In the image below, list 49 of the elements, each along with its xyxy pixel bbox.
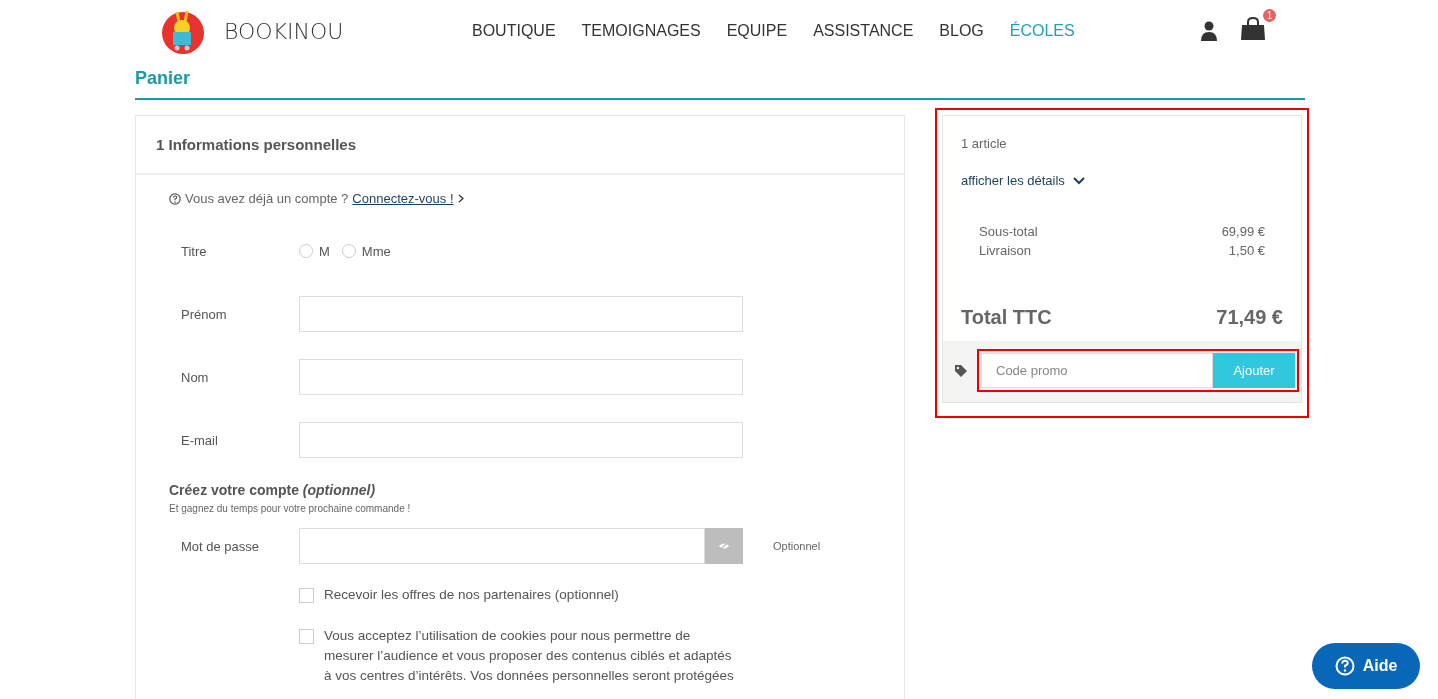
total-value: 71,49 € — [1216, 306, 1283, 329]
line-label: Sous-total — [979, 224, 1038, 241]
help-button[interactable]: Aide — [1312, 643, 1420, 689]
total-label: Total TTC — [961, 306, 1052, 329]
nav-link[interactable]: ASSISTANCE — [813, 22, 914, 40]
checkbox-label: Vous acceptez l’utilisation de cookies pour nous permettre de mesurer l’audience et vous proposer des contenus ciblés et adaptés à vos centres d’intérêts. Vos données personnelles seront protégées — [324, 627, 735, 685]
brand-name[interactable]: BOOKINOU — [224, 18, 344, 44]
field-label: Prénom — [180, 306, 228, 322]
tag-icon — [955, 364, 967, 377]
help-icon — [1334, 656, 1355, 676]
nav-link[interactable]: TEMOIGNAGES — [581, 22, 701, 40]
nav-link[interactable]: BOUTIQUE — [472, 22, 556, 40]
help-icon — [169, 192, 181, 205]
eye-icon — [718, 542, 730, 550]
section-title: 1 Informations personnelles — [136, 116, 904, 175]
field-label: Mot de passe — [180, 538, 261, 554]
radio-option[interactable]: M — [299, 243, 330, 259]
checkbox[interactable] — [299, 588, 314, 603]
radio-option[interactable]: Mme — [341, 243, 391, 259]
chevron-down-icon[interactable] — [1072, 176, 1085, 185]
text-field[interactable] — [299, 359, 743, 395]
line-value: 1,50 € — [1228, 243, 1265, 260]
account-heading: Créez votre compte (optionnel) — [169, 482, 377, 498]
account-subtitle: Et gagnez du temps pour votre prochaine commande ! — [169, 503, 412, 514]
cart-count-badge: 1 — [1263, 9, 1276, 22]
nav-link[interactable]: BLOG — [939, 22, 984, 40]
login-link[interactable]: Connectez-vous ! — [352, 191, 454, 206]
checkbox[interactable] — [299, 629, 314, 644]
checkbox-label: Recevoir les offres de nos partenaires (optionnel) — [324, 586, 619, 604]
user-icon[interactable] — [1200, 21, 1218, 41]
show-password-button[interactable] — [705, 528, 743, 564]
field-label: E-mail — [180, 432, 219, 448]
chevron-right-icon — [457, 194, 464, 203]
promo-code-field[interactable]: Code promo — [981, 353, 1213, 388]
text-field[interactable] — [299, 422, 743, 458]
password-field[interactable] — [299, 528, 705, 564]
text-field[interactable] — [299, 296, 743, 332]
nav-link[interactable]: EQUIPE — [726, 22, 788, 40]
item-count: 1 article — [961, 136, 1008, 151]
login-prompt: Vous avez déjà un compte ? — [185, 191, 349, 206]
line-value: 69,99 € — [1221, 224, 1265, 241]
page-title: Panier — [135, 68, 1305, 100]
shopping-bag-icon[interactable] — [1240, 17, 1266, 41]
details-link[interactable]: afficher les détails — [961, 173, 1065, 188]
field-label: Nom — [180, 369, 210, 385]
optional-note: Optionnel — [773, 540, 821, 552]
line-label: Livraison — [979, 243, 1032, 260]
field-label: Titre — [180, 243, 208, 259]
logo-icon[interactable] — [160, 8, 206, 54]
